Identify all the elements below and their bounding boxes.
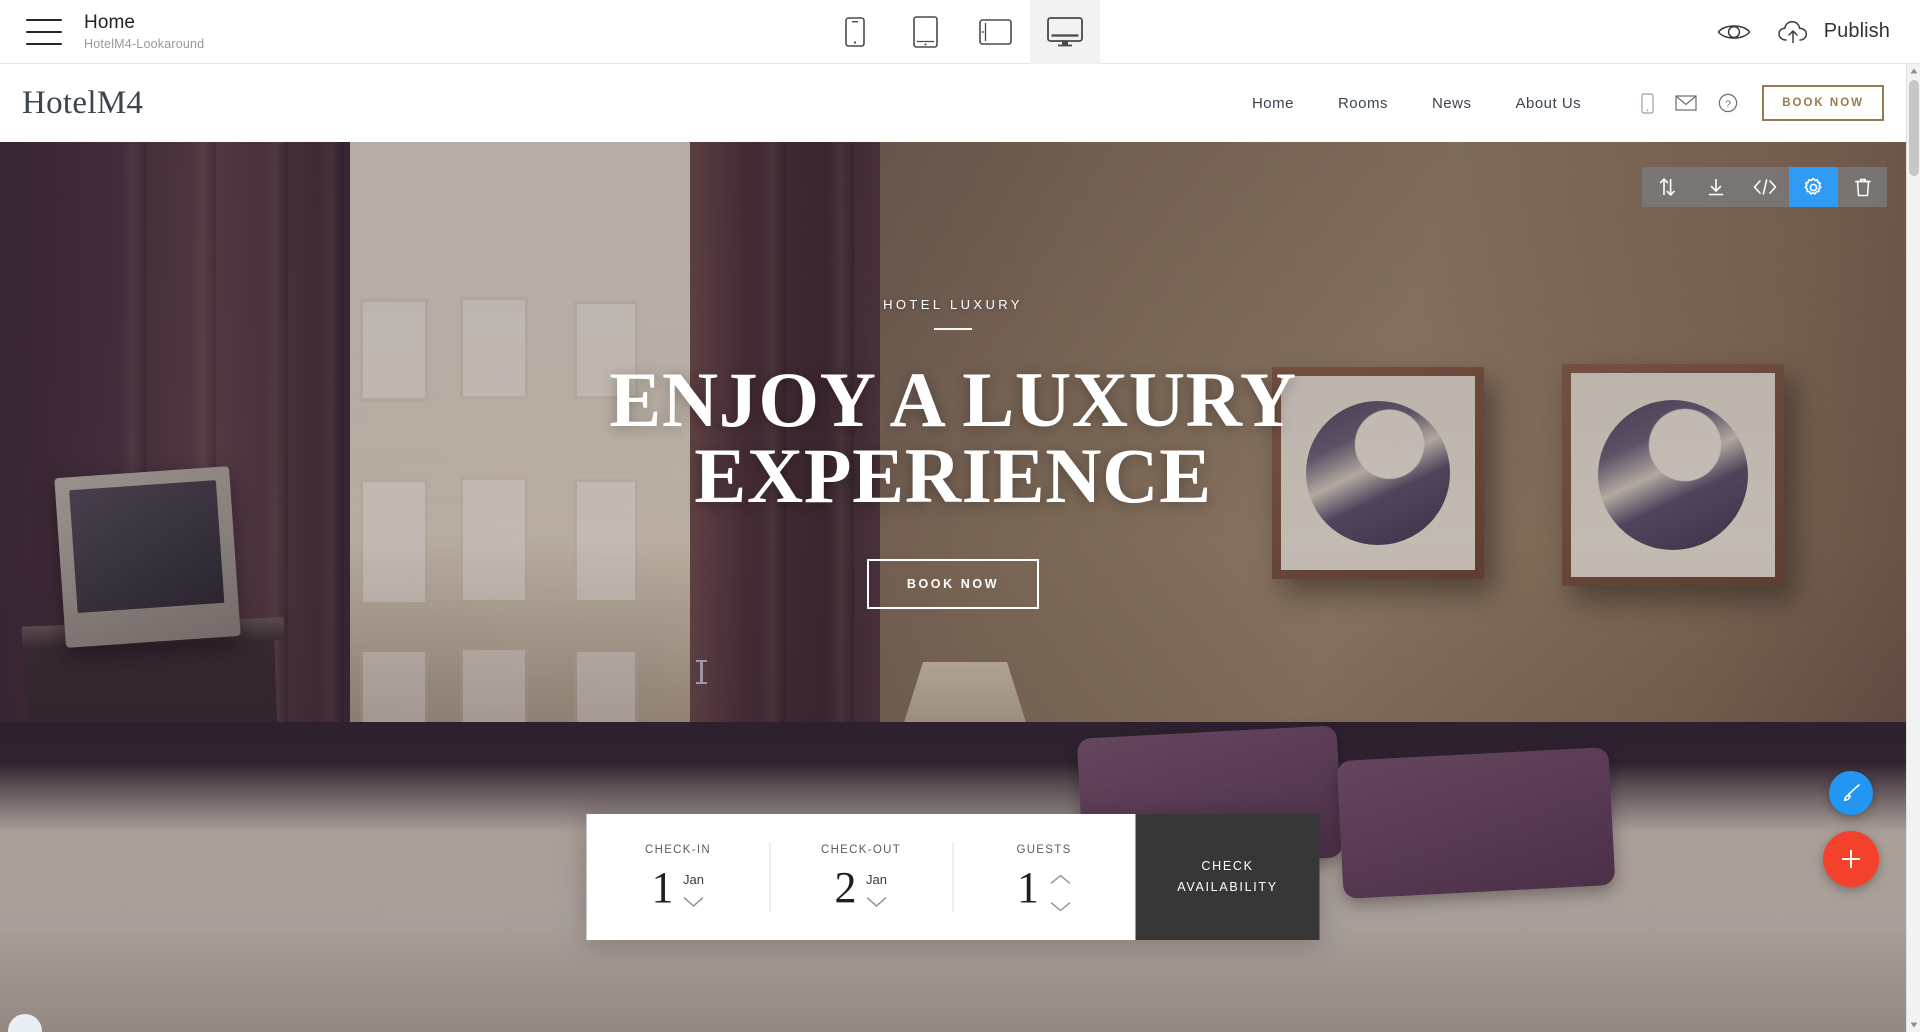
- check-availability-line1: CHECK: [1201, 859, 1254, 874]
- add-block-button[interactable]: [1823, 831, 1879, 887]
- text-cursor: [696, 660, 707, 684]
- nav-item-rooms[interactable]: Rooms: [1316, 95, 1410, 112]
- gear-icon: [1804, 177, 1822, 195]
- block-toolbar: [1642, 167, 1887, 207]
- site-logo[interactable]: HotelM4: [22, 85, 143, 122]
- chevron-down-icon[interactable]: [1049, 901, 1071, 912]
- publish-label: Publish: [1823, 20, 1890, 42]
- guests-label: GUESTS: [1016, 844, 1072, 856]
- device-tablet-landscape-button[interactable]: [960, 0, 1030, 64]
- phone-icon: [845, 17, 865, 47]
- guests-field[interactable]: GUESTS 1: [952, 832, 1136, 922]
- help-circle-icon[interactable]: ?: [1718, 93, 1738, 113]
- page-scrollbar[interactable]: [1906, 64, 1920, 1032]
- mobile-icon[interactable]: [1641, 92, 1654, 114]
- code-icon: [1753, 179, 1776, 195]
- site-canvas: HotelM4 Home Rooms News About Us ? BOOK …: [0, 64, 1906, 1032]
- site-navigation: Home Rooms News About Us ? BOOK NOW: [1230, 85, 1884, 121]
- nav-item-about-us[interactable]: About Us: [1493, 95, 1603, 112]
- device-tablet-button[interactable]: [890, 0, 960, 64]
- chevron-up-icon[interactable]: [1049, 874, 1071, 885]
- header-book-now-button[interactable]: BOOK NOW: [1762, 85, 1884, 121]
- booking-widget: CHECK-IN 1 Jan CHECK-OUT 2 Jan GUESTS 1 …: [586, 814, 1320, 940]
- chevron-down-icon[interactable]: [683, 896, 705, 908]
- tablet-icon: [912, 16, 938, 48]
- trash-icon: [1854, 178, 1871, 197]
- hero-book-now-button[interactable]: BOOK NOW: [866, 559, 1040, 610]
- move-block-button[interactable]: [1642, 167, 1691, 207]
- hamburger-icon[interactable]: [26, 18, 62, 45]
- download-icon: [1708, 179, 1723, 196]
- device-mobile-button[interactable]: [820, 0, 890, 64]
- page-title: Home: [84, 11, 136, 33]
- site-style-button[interactable]: [1829, 771, 1873, 815]
- checkin-label: CHECK-IN: [645, 844, 711, 856]
- paintbrush-icon: [1843, 784, 1860, 802]
- nav-item-home[interactable]: Home: [1230, 95, 1316, 112]
- envelope-icon[interactable]: [1675, 95, 1697, 111]
- checkin-day: 1: [651, 863, 674, 912]
- hero-block: HOTEL LUXURY ENJOY A LUXURY EXPERIENCE B…: [0, 142, 1906, 1032]
- cloud-upload-icon: [1777, 20, 1807, 43]
- scrollbar-thumb[interactable]: [1909, 80, 1919, 176]
- check-availability-button[interactable]: CHECK AVAILABILITY: [1135, 814, 1320, 940]
- guests-stepper: [1049, 868, 1071, 912]
- edit-code-button[interactable]: [1740, 167, 1789, 207]
- delete-block-button[interactable]: [1838, 167, 1887, 207]
- checkout-month: Jan: [866, 872, 887, 887]
- up-down-arrows-icon: [1659, 178, 1675, 196]
- check-availability-line2: AVAILABILITY: [1177, 880, 1278, 894]
- checkin-field[interactable]: CHECK-IN 1 Jan: [587, 832, 770, 922]
- guests-count: 1: [1017, 863, 1039, 912]
- save-block-button[interactable]: [1691, 167, 1740, 207]
- editor-top-bar: Home HotelM4-Lookaround Publish: [0, 0, 1920, 64]
- header-icon-group: ?: [1641, 92, 1738, 114]
- checkout-label: CHECK-OUT: [820, 844, 902, 856]
- editor-actions: Publish: [1717, 19, 1890, 45]
- preview-button[interactable]: [1717, 21, 1751, 43]
- device-desktop-button[interactable]: [1030, 0, 1100, 64]
- site-header: HotelM4 Home Rooms News About Us ? BOOK …: [0, 64, 1906, 142]
- nav-item-news[interactable]: News: [1410, 95, 1494, 112]
- eye-icon: [1717, 24, 1751, 39]
- scroll-down-arrow[interactable]: [1907, 1018, 1920, 1032]
- site-builder-window: Home HotelM4-Lookaround Publish HotelM4 …: [0, 0, 1920, 1032]
- block-settings-button[interactable]: [1789, 167, 1838, 207]
- device-preview-switcher: [820, 0, 1100, 64]
- chevron-down-icon[interactable]: [866, 896, 888, 908]
- project-name: HotelM4-Lookaround: [84, 36, 205, 51]
- tablet-landscape-icon: [978, 19, 1012, 45]
- plus-icon: [1842, 850, 1860, 868]
- checkin-month: Jan: [683, 872, 704, 887]
- desktop-icon: [1047, 17, 1083, 47]
- svg-text:?: ?: [1725, 98, 1731, 110]
- checkout-field[interactable]: CHECK-OUT 2 Jan: [769, 832, 953, 922]
- booking-fields: CHECK-IN 1 Jan CHECK-OUT 2 Jan GUESTS 1: [586, 814, 1136, 940]
- page-title-block: Home HotelM4-Lookaround: [84, 12, 204, 51]
- checkout-day: 2: [834, 863, 857, 912]
- scroll-up-arrow[interactable]: [1907, 64, 1920, 78]
- publish-button[interactable]: Publish: [1777, 19, 1890, 45]
